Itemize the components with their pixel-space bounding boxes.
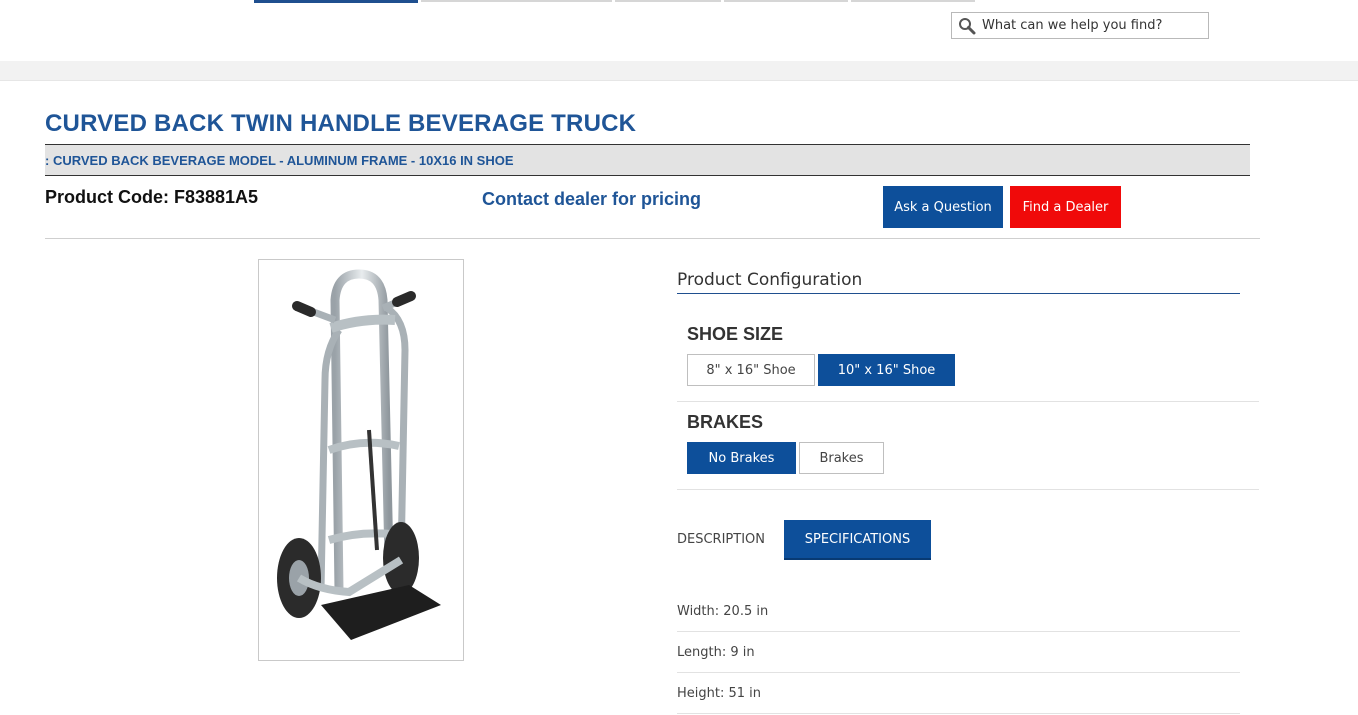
product-subtitle: : CURVED BACK BEVERAGE MODEL - ALUMINUM … — [45, 152, 514, 168]
nav-tab-indicator[interactable] — [851, 0, 975, 2]
configuration-rule — [677, 293, 1240, 294]
search-box[interactable] — [951, 12, 1209, 39]
nav-tab-indicator[interactable] — [421, 0, 612, 2]
nav-tab-active-indicator[interactable] — [254, 0, 418, 3]
divider — [677, 401, 1259, 402]
pricing-text: Contact dealer for pricing — [482, 189, 702, 209]
shoe-option-8x16[interactable]: 8" x 16" Shoe — [687, 354, 815, 386]
tab-specifications[interactable]: SPECIFICATIONS — [784, 520, 931, 560]
divider — [677, 489, 1259, 490]
hand-truck-illustration — [277, 269, 441, 640]
shoe-option-10x16[interactable]: 10" x 16" Shoe — [818, 354, 955, 386]
spec-row-width: Width: 20.5 in — [677, 591, 1240, 632]
brakes-label: BRAKES — [687, 412, 764, 432]
configuration-title: Product Configuration — [677, 270, 863, 290]
spec-row-length: Length: 9 in — [677, 632, 1240, 673]
search-input[interactable] — [982, 18, 1202, 33]
brakes-option-none[interactable]: No Brakes — [687, 442, 796, 474]
header-divider-band — [0, 61, 1358, 81]
search-icon — [959, 17, 976, 34]
product-title: CURVED BACK TWIN HANDLE BEVERAGE TRUCK — [45, 110, 637, 137]
product-subtitle-bar: : CURVED BACK BEVERAGE MODEL - ALUMINUM … — [45, 144, 1250, 176]
nav-tab-indicator[interactable] — [615, 0, 721, 2]
divider — [45, 238, 1260, 239]
spec-row-height: Height: 51 in — [677, 673, 1240, 714]
top-nav-strip — [254, 0, 978, 4]
brakes-option-brakes[interactable]: Brakes — [799, 442, 884, 474]
product-image[interactable] — [258, 259, 464, 661]
nav-tab-indicator[interactable] — [724, 0, 848, 2]
ask-question-button[interactable]: Ask a Question — [883, 186, 1003, 228]
tab-description[interactable]: DESCRIPTION — [677, 532, 765, 547]
shoe-size-label: SHOE SIZE — [687, 324, 784, 344]
find-dealer-button[interactable]: Find a Dealer — [1010, 186, 1121, 228]
product-code: Product Code: F83881A5 — [45, 187, 259, 207]
